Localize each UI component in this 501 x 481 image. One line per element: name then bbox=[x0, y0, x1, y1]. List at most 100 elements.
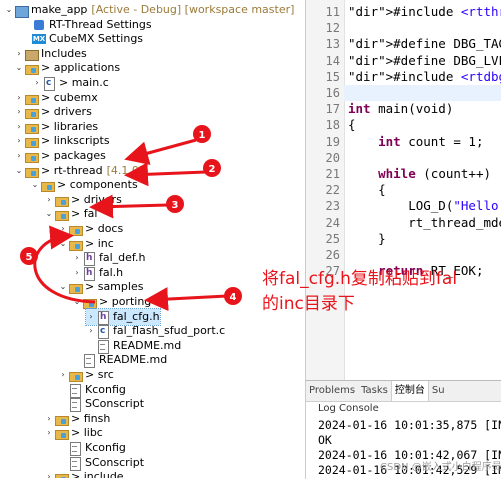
srcfolder-icon bbox=[24, 91, 39, 105]
tree-item-packages[interactable]: › > packages bbox=[14, 148, 106, 164]
tree-item-sconscript-fal[interactable]: SConscript bbox=[58, 396, 144, 413]
line-number: 15 bbox=[325, 69, 340, 84]
code-line[interactable]: while (count++) bbox=[348, 166, 491, 182]
tree-item-project-make-app[interactable]: ⌄ make_app [Active - Debug] [workspace mas… bbox=[4, 2, 294, 18]
tree-item-fal-def-h[interactable]: › fal_def.h bbox=[72, 250, 145, 267]
line-number: 22 bbox=[325, 183, 340, 198]
tree-item-sconscript-components[interactable]: SConscript bbox=[58, 455, 144, 471]
srcfolder-icon bbox=[54, 470, 69, 478]
expand-icon[interactable]: ⌄ bbox=[30, 177, 40, 193]
tree-item-cubemx[interactable]: › > cubemx bbox=[14, 90, 98, 106]
code-line[interactable]: "dir">#define DBG_LVL DBG_L bbox=[348, 53, 501, 69]
file-txt-icon bbox=[82, 353, 96, 369]
tree-item-fal-flash-sfud-port-c[interactable]: › fal_flash_sfud_port.c bbox=[86, 323, 226, 340]
console-tab-3[interactable]: Su bbox=[429, 381, 448, 401]
tree-item-rt-thread[interactable]: ⌄ > rt-thread [4.1.0] bbox=[14, 163, 143, 179]
collapse-icon[interactable]: › bbox=[14, 104, 24, 120]
tree-item-docs[interactable]: › > docs bbox=[58, 221, 123, 237]
tree-item-kconfig-components[interactable]: Kconfig bbox=[58, 440, 126, 456]
tree-item-fal-h[interactable]: › fal.h bbox=[72, 265, 123, 281]
tree-item-readme-porting[interactable]: README.md bbox=[86, 338, 181, 354]
file-h-icon bbox=[96, 310, 110, 325]
collapse-icon[interactable]: › bbox=[14, 90, 24, 106]
tree-item-drivers[interactable]: › > drivers bbox=[14, 104, 92, 120]
tree-item-label: > src bbox=[85, 368, 114, 381]
srcfolder-icon bbox=[54, 193, 69, 207]
tree-item-linkscripts[interactable]: › > linkscripts bbox=[14, 133, 110, 149]
code-line[interactable]: { bbox=[348, 182, 386, 198]
collapse-icon[interactable]: › bbox=[14, 133, 24, 149]
tree-item-label: fal_flash_sfud_port.c bbox=[113, 324, 226, 338]
tree-item-libc[interactable]: › > libc bbox=[44, 425, 103, 441]
line-number: 21 bbox=[325, 167, 340, 181]
tree-item-libraries[interactable]: › > libraries bbox=[14, 119, 98, 135]
tree-item-finsh[interactable]: › > finsh bbox=[44, 411, 110, 427]
tree-item-components-drivers[interactable]: › > drivers bbox=[44, 192, 122, 208]
tree-item-kconfig-fal[interactable]: Kconfig bbox=[58, 382, 126, 398]
tree-item-includes[interactable]: › Includes bbox=[14, 46, 87, 62]
log-line: 2024-01-16 10:03:21,074 [IN bbox=[318, 477, 501, 479]
collapse-icon[interactable]: › bbox=[14, 119, 24, 135]
tree-item-label: > packages bbox=[41, 149, 106, 162]
expand-icon[interactable]: ⌄ bbox=[44, 206, 54, 222]
code-line[interactable]: int main(void) bbox=[348, 101, 453, 117]
code-line[interactable]: int count = 1; bbox=[348, 134, 483, 150]
tree-item-applications[interactable]: ⌄ > applications bbox=[14, 60, 120, 76]
collapse-icon[interactable]: › bbox=[86, 323, 96, 339]
tree-item-inc[interactable]: ⌄ > inc bbox=[58, 236, 114, 252]
tree-item-fal[interactable]: ⌄ > fal bbox=[44, 206, 97, 222]
code-line[interactable]: LOG_D("Hello bbox=[348, 198, 498, 214]
code-line[interactable]: "dir">#include <rtdbg.h> bbox=[348, 69, 501, 85]
console-tab-2[interactable]: 控制台 bbox=[390, 381, 429, 401]
tree-item-fal-cfg-h[interactable]: › fal_cfg.h bbox=[85, 307, 161, 326]
collapse-icon[interactable]: › bbox=[44, 411, 54, 427]
tree-item-label: > docs bbox=[85, 222, 124, 235]
tree-item-cubemx-settings[interactable]: CubeMX Settings bbox=[22, 31, 143, 47]
watermark: CSDN @嵌入式小白程序员 bbox=[380, 462, 501, 473]
collapse-icon[interactable]: › bbox=[44, 192, 54, 208]
tree-item-components[interactable]: ⌄ > components bbox=[30, 177, 138, 193]
tree-item-label: > cubemx bbox=[41, 90, 98, 104]
code-line[interactable]: { bbox=[348, 117, 356, 133]
code-line[interactable]: "dir">#include <rtthread.h> bbox=[348, 4, 501, 20]
expand-icon[interactable]: ⌄ bbox=[4, 2, 14, 18]
console-tab-0[interactable]: Problems bbox=[306, 381, 358, 401]
collapse-icon[interactable]: › bbox=[86, 309, 96, 325]
project-explorer: ⌄ make_app [Active - Debug] [workspace mas… bbox=[0, 0, 305, 478]
log-line: 2024-01-16 10:01:35,875 [IN bbox=[318, 418, 501, 432]
tree-item-label: README.md bbox=[99, 353, 168, 367]
code-line[interactable]: return RT_EOK; bbox=[348, 263, 483, 279]
tree-item-label: CubeMX Settings bbox=[49, 32, 144, 46]
collapse-icon[interactable]: › bbox=[58, 221, 68, 237]
log-line: OK bbox=[318, 433, 332, 447]
tree-item-porting[interactable]: ⌄ > porting bbox=[72, 294, 151, 310]
collapse-icon[interactable]: › bbox=[44, 425, 54, 441]
code-line[interactable]: rt_thread_mde bbox=[348, 215, 501, 231]
collapse-icon[interactable]: › bbox=[14, 46, 24, 62]
code-editor[interactable]: 11 12 13 14 15 16 17 18 19 20 21 22 23 24 25 26 27 "dir"… bbox=[305, 0, 501, 380]
expand-icon[interactable]: ⌄ bbox=[58, 279, 68, 295]
srcfolder-icon bbox=[54, 412, 69, 426]
expand-icon[interactable]: ⌄ bbox=[14, 60, 24, 76]
console-tab-1[interactable]: Tasks bbox=[358, 381, 391, 401]
tree-item-readme-samples[interactable]: README.md bbox=[72, 352, 168, 369]
expand-icon[interactable]: ⌄ bbox=[58, 236, 68, 252]
tree-item-src[interactable]: › > src bbox=[58, 367, 114, 383]
code-line[interactable]: "dir">#define DBG_TAG "main bbox=[348, 36, 501, 52]
collapse-icon[interactable]: › bbox=[72, 265, 82, 281]
code-line[interactable]: } bbox=[348, 231, 386, 247]
collapse-icon[interactable]: › bbox=[44, 469, 54, 478]
tree-item-samples[interactable]: ⌄ > samples bbox=[58, 279, 143, 295]
tree-item-rt-thread-settings[interactable]: RT-Thread Settings bbox=[22, 17, 152, 33]
collapse-icon[interactable]: › bbox=[72, 250, 82, 266]
collapse-icon[interactable]: › bbox=[32, 75, 42, 91]
collapse-icon[interactable]: › bbox=[58, 367, 68, 383]
collapse-icon[interactable]: › bbox=[14, 148, 24, 164]
line-number: 14 bbox=[325, 53, 340, 68]
file-txt-icon bbox=[68, 456, 82, 471]
expand-icon[interactable]: ⌄ bbox=[72, 294, 82, 310]
tree-item-rt-include[interactable]: › > include bbox=[44, 469, 124, 478]
tree-item-main-c[interactable]: › > main.c bbox=[32, 75, 109, 91]
expand-icon[interactable]: ⌄ bbox=[14, 163, 24, 179]
line-number: 13 bbox=[325, 37, 340, 52]
